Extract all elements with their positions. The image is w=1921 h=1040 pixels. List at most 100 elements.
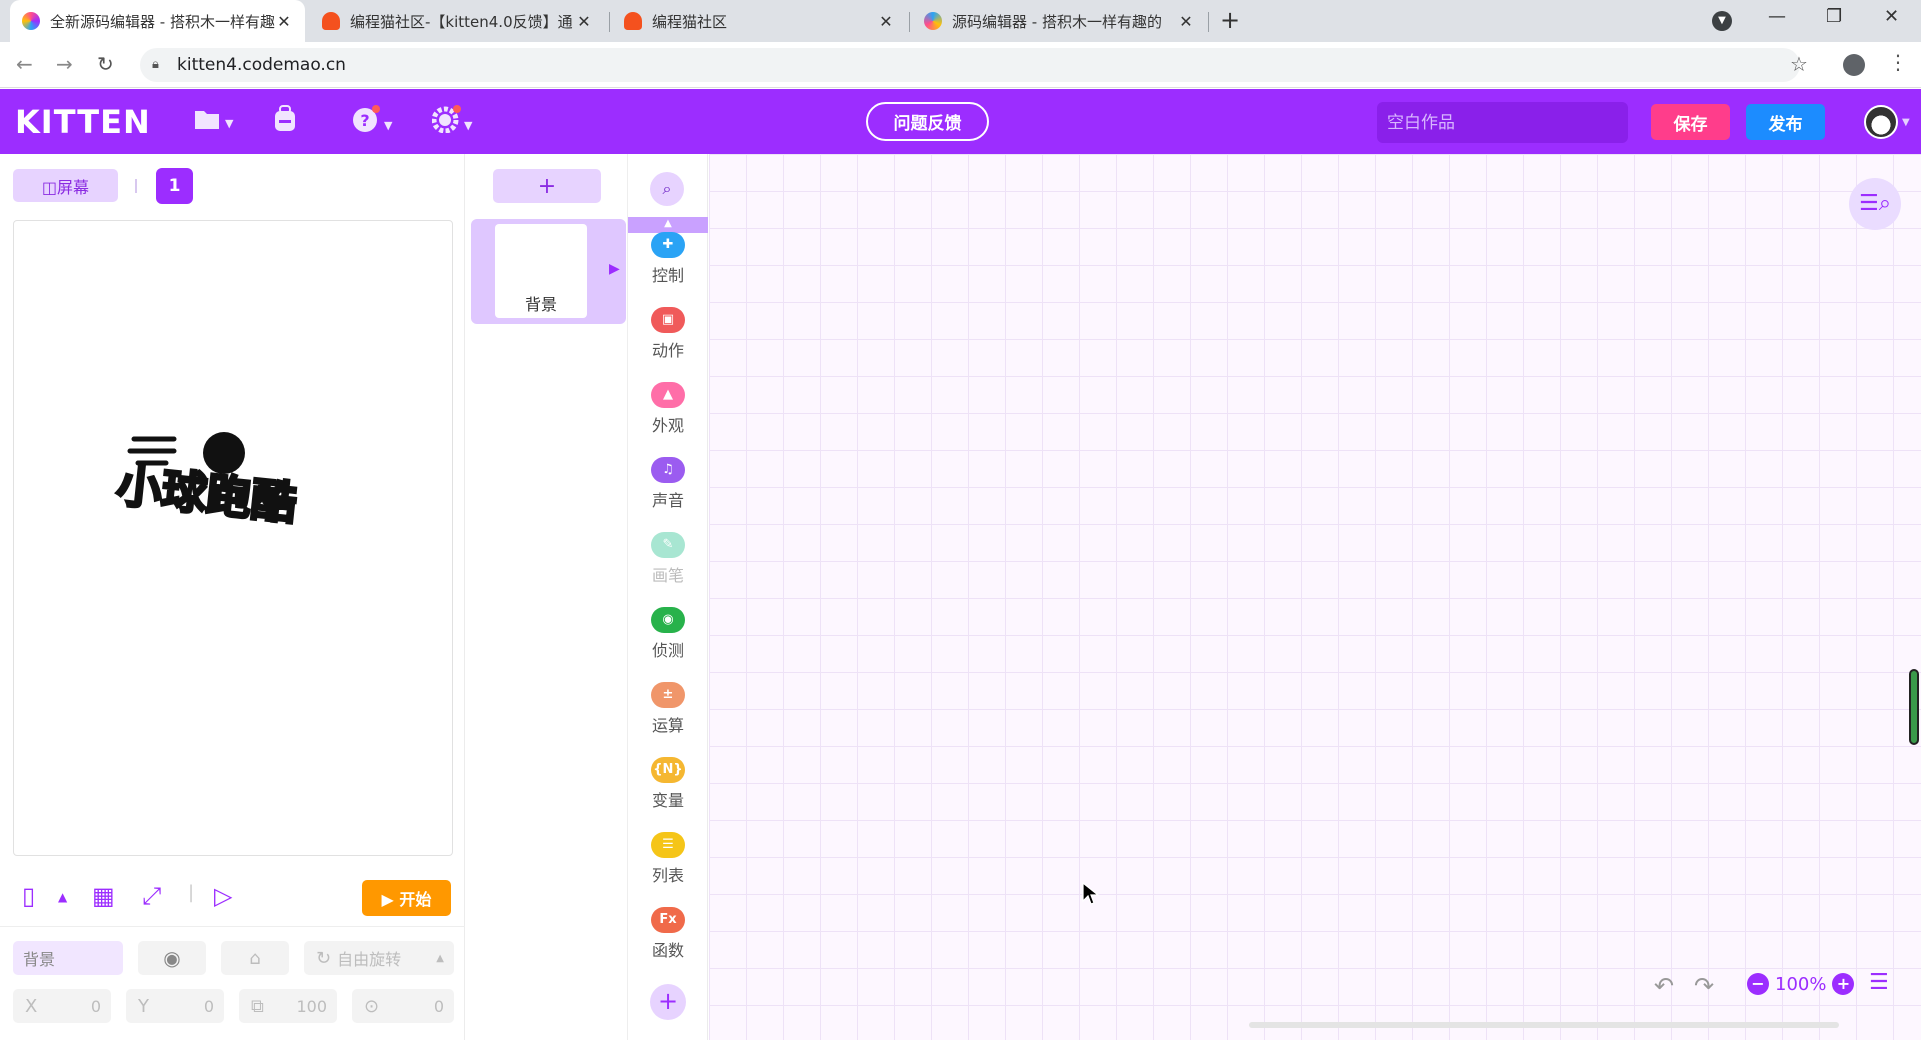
backpack-icon[interactable]: [272, 105, 298, 140]
browser-tab-2[interactable]: 编程猫社区-【kitten4.0反馈】通 ✕: [310, 0, 605, 42]
tab-close-icon[interactable]: ✕: [275, 12, 293, 31]
category-label: 声音: [651, 491, 684, 510]
add-extension-button[interactable]: +: [650, 984, 686, 1020]
category-item[interactable]: ◉ 侦测: [628, 607, 708, 661]
category-item[interactable]: ♫ 声音: [628, 457, 708, 511]
sprite-name-field[interactable]: 背景: [13, 941, 123, 975]
start-button[interactable]: ▶ 开始: [362, 880, 451, 916]
fullscreen-icon[interactable]: ⤢: [142, 882, 161, 910]
tab-close-icon[interactable]: ✕: [575, 12, 593, 31]
browser-tab-1[interactable]: 全新源码编辑器 - 搭积木一样有趣 ✕: [10, 0, 305, 42]
chevron-down-icon[interactable]: ▼: [1902, 117, 1910, 128]
search-icon[interactable]: ⌕: [650, 172, 684, 206]
tab-separator: [609, 12, 610, 32]
screen-number-button[interactable]: 1: [156, 168, 193, 204]
category-icon: ±: [651, 682, 685, 708]
direction-field[interactable]: ⊙ 0: [352, 989, 454, 1023]
tab-title: 源码编辑器 - 搭积木一样有趣的: [952, 12, 1162, 31]
chevron-right-icon[interactable]: ▶: [609, 261, 620, 277]
zoom-in-button[interactable]: +: [1832, 973, 1855, 995]
size-field[interactable]: ⧉ 100: [239, 989, 337, 1023]
category-item[interactable]: ☰ 列表: [628, 832, 708, 886]
x-position-field[interactable]: X 0: [13, 989, 111, 1023]
browser-tab-4[interactable]: 源码编辑器 - 搭积木一样有趣的 ✕: [912, 0, 1207, 42]
block-search-icon[interactable]: ☰⌕: [1849, 178, 1901, 230]
category-item[interactable]: ✚ 控制: [628, 232, 708, 286]
publish-button[interactable]: 发布: [1746, 104, 1825, 140]
align-blocks-icon[interactable]: ☰: [1869, 970, 1889, 995]
category-label: 函数: [651, 941, 684, 960]
category-item[interactable]: Fx 函数: [628, 907, 708, 961]
category-item[interactable]: ± 运算: [628, 682, 708, 736]
sprite-item-background[interactable]: 背景 ▶: [471, 219, 626, 324]
svg-text:?: ?: [360, 111, 369, 130]
sprite-properties: 背景 ◉ ⌂ ↻ 自由旋转 ▲ X 0 Y 0 ⧉ 100 ⊙ 0: [0, 926, 465, 1040]
category-icon: ☰: [651, 832, 685, 858]
category-label: 控制: [651, 266, 684, 285]
address-bar[interactable]: [140, 48, 1800, 82]
zoom-level: 100%: [1775, 973, 1827, 995]
redo-icon[interactable]: ↷: [1694, 972, 1714, 1000]
caret-up-icon[interactable]: ▲: [58, 890, 67, 904]
y-position-field[interactable]: Y 0: [126, 989, 224, 1023]
help-menu-icon[interactable]: ? ▼: [352, 105, 392, 140]
code-workspace[interactable]: ☰⌕ ↶ ↷ − 100% + ☰: [709, 154, 1921, 1040]
codemao-favicon-icon: [624, 12, 642, 30]
category-label: 侦测: [651, 641, 684, 660]
tab-search-icon[interactable]: ▼: [1712, 11, 1732, 31]
category-item[interactable]: ▲ 外观: [628, 382, 708, 436]
grid-icon[interactable]: ▦: [92, 882, 115, 910]
screen-toggle-button[interactable]: ◫屏幕: [13, 169, 118, 202]
window-restore-button[interactable]: ❐: [1826, 6, 1842, 27]
user-avatar[interactable]: [1864, 105, 1898, 139]
category-icon: ▣: [651, 307, 685, 333]
tab-title: 全新源码编辑器 - 搭积木一样有趣: [50, 12, 275, 31]
toolbar-divider: |: [188, 882, 195, 903]
preview-play-icon[interactable]: ▷: [214, 882, 232, 910]
vertical-scrollbar[interactable]: [1909, 669, 1919, 745]
tab-close-icon[interactable]: ✕: [1177, 12, 1195, 31]
forward-arrow-icon[interactable]: →: [56, 52, 73, 76]
rotation-mode-select[interactable]: ↻ 自由旋转 ▲: [304, 941, 454, 975]
category-label: 变量: [651, 791, 684, 810]
window-close-button[interactable]: ✕: [1884, 6, 1899, 27]
lock-icon[interactable]: 🔒︎: [152, 57, 159, 72]
browser-tab-3[interactable]: 编程猫社区 ✕: [612, 0, 907, 42]
direction-value: 0: [433, 996, 444, 1016]
stage-canvas[interactable]: 小球跑酷: [13, 220, 453, 856]
divider: [135, 179, 137, 193]
stage-size-icon[interactable]: ▯: [22, 882, 35, 910]
window-minimize-button[interactable]: —: [1768, 6, 1786, 27]
reload-icon[interactable]: ↻: [97, 52, 114, 76]
file-menu-icon[interactable]: ▼: [193, 105, 233, 138]
tab-title: 编程猫社区: [652, 12, 728, 31]
visibility-eye-icon[interactable]: ◉: [138, 941, 206, 975]
play-icon: ▶: [381, 890, 400, 909]
browser-menu-icon[interactable]: ⋮: [1888, 50, 1908, 74]
category-item[interactable]: ✎ 画笔: [628, 532, 708, 586]
feedback-button[interactable]: 问题反馈: [866, 102, 989, 141]
category-item[interactable]: {N} 变量: [628, 757, 708, 811]
undo-icon[interactable]: ↶: [1654, 972, 1674, 1000]
lock-icon[interactable]: ⌂: [221, 941, 289, 975]
caret-up-icon[interactable]: ▲: [628, 217, 708, 233]
save-button[interactable]: 保存: [1651, 104, 1730, 140]
settings-gear-icon[interactable]: ▼: [431, 105, 472, 140]
size-value: 100: [296, 996, 327, 1016]
work-title-input[interactable]: [1377, 102, 1628, 143]
category-icon: {N}: [651, 757, 685, 783]
horizontal-scrollbar[interactable]: [1249, 1022, 1839, 1028]
bookmark-star-icon[interactable]: ☆: [1790, 52, 1808, 76]
game-logo: 小球跑酷: [114, 432, 300, 532]
tab-close-icon[interactable]: ✕: [877, 12, 895, 31]
zoom-control: − 100% +: [1747, 971, 1855, 997]
y-label: Y: [138, 995, 149, 1017]
back-arrow-icon[interactable]: ←: [16, 52, 33, 76]
new-tab-button[interactable]: +: [1220, 6, 1240, 34]
add-sprite-button[interactable]: +: [493, 169, 601, 203]
browser-profile-icon[interactable]: [1843, 54, 1865, 76]
category-item[interactable]: ▣ 动作: [628, 307, 708, 361]
url-text[interactable]: kitten4.codemao.cn: [177, 55, 346, 75]
category-icon: Fx: [651, 907, 685, 933]
zoom-out-button[interactable]: −: [1747, 973, 1769, 995]
